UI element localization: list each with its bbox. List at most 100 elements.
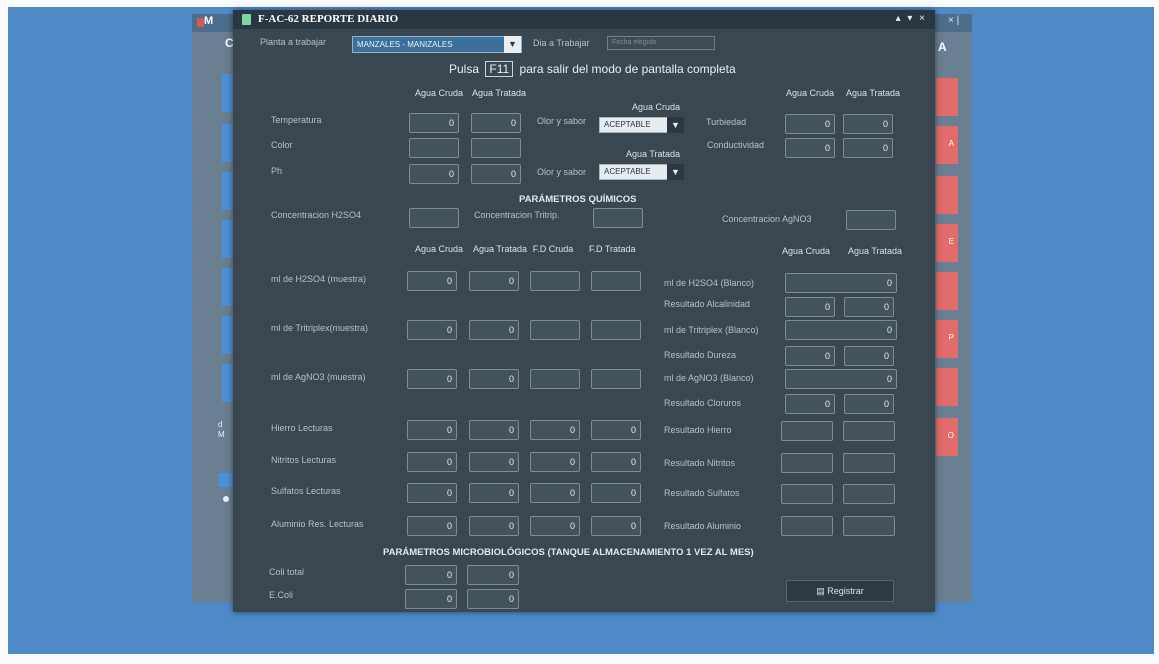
aluminio-cruda-field[interactable]: 0	[407, 516, 457, 536]
background-radio[interactable]	[223, 496, 229, 502]
color-tratada-field[interactable]	[471, 138, 521, 158]
chevron-down-icon[interactable]: ▼	[667, 117, 684, 133]
aluminio-fd-cruda-field[interactable]: 0	[530, 516, 580, 536]
ml-agno3-tratada-field[interactable]: 0	[469, 369, 519, 389]
coli-total-tratada-field[interactable]: 0	[467, 565, 519, 585]
fullscreen-banner: Pulsa F11 para salir del modo de pantall…	[449, 61, 736, 77]
turbiedad-tratada-field[interactable]: 0	[843, 114, 893, 134]
conc-h2so4-field[interactable]	[409, 208, 459, 228]
resultado-aluminio-cruda-field[interactable]	[781, 516, 833, 536]
dia-date-input[interactable]: Fecha elegida	[607, 36, 715, 50]
quimicos-section-title: PARÁMETROS QUÍMICOS	[519, 194, 637, 205]
ml-agno3-fd-cruda-field[interactable]	[530, 369, 580, 389]
hierro-tratada-field[interactable]: 0	[469, 420, 519, 440]
background-right-button[interactable]: P	[936, 320, 958, 358]
ml-agno3-cruda-field[interactable]: 0	[407, 369, 457, 389]
background-app-icon	[197, 18, 204, 27]
planta-select[interactable]: MANZALES - MANIZALES ▼	[352, 36, 522, 53]
f11-key: F11	[485, 61, 514, 77]
chevron-down-icon[interactable]: ▼	[504, 36, 521, 53]
aluminio-tratada-field[interactable]: 0	[469, 516, 519, 536]
conductividad-cruda-field[interactable]: 0	[785, 138, 835, 158]
ml-tritriplex-cruda-field[interactable]: 0	[407, 320, 457, 340]
cloruros-cruda-field[interactable]: 0	[785, 394, 835, 414]
background-right-button[interactable]: A	[936, 126, 958, 164]
ml-agno3-blanco-label: ml de AgNO3 (Blanco)	[664, 373, 754, 383]
background-right-button[interactable]	[936, 78, 958, 116]
color-cruda-field[interactable]	[409, 138, 459, 158]
ml-h2so4-fd-tratada-field[interactable]	[591, 271, 641, 291]
ph-cruda-field[interactable]: 0	[409, 164, 459, 184]
resultado-sulfatos-cruda-field[interactable]	[781, 484, 833, 504]
resultado-aluminio-label: Resultado Aluminio	[664, 521, 742, 531]
hierro-cruda-field[interactable]: 0	[407, 420, 457, 440]
sulfatos-cruda-field[interactable]: 0	[407, 483, 457, 503]
background-side-text: dM	[218, 420, 225, 440]
coli-total-label: Coli total	[269, 567, 305, 577]
sulfatos-fd-cruda-field[interactable]: 0	[530, 483, 580, 503]
agua-cruda-subtitle: Agua Cruda	[631, 102, 681, 112]
conductividad-tratada-field[interactable]: 0	[843, 138, 893, 158]
background-right-button[interactable]: O	[936, 418, 958, 456]
window-controls[interactable]: ▴ ▾ ×	[896, 13, 927, 24]
hierro-lecturas-label: Hierro Lecturas	[271, 423, 333, 433]
olor-tratada-select[interactable]: ACEPTABLE ▼	[599, 164, 684, 180]
nitritos-fd-cruda-field[interactable]: 0	[530, 452, 580, 472]
chevron-down-icon[interactable]: ▼	[667, 164, 684, 180]
temperatura-tratada-field[interactable]: 0	[471, 113, 521, 133]
aluminio-fd-tratada-field[interactable]: 0	[591, 516, 641, 536]
conc-h2so4-label: Concentracion H2SO4	[271, 210, 362, 220]
resultado-sulfatos-tratada-field[interactable]	[843, 484, 895, 504]
resultado-hierro-label: Resultado Hierro	[664, 425, 732, 435]
resultado-nitritos-cruda-field[interactable]	[781, 453, 833, 473]
e-coli-tratada-field[interactable]: 0	[467, 589, 519, 609]
background-right-button[interactable]	[936, 368, 958, 406]
hierro-fd-cruda-field[interactable]: 0	[530, 420, 580, 440]
alcalinidad-tratada-field[interactable]: 0	[844, 297, 894, 317]
e-coli-label: E.Coli	[269, 590, 294, 600]
olor-cruda-select[interactable]: ACEPTABLE ▼	[599, 117, 684, 133]
background-small-button[interactable]	[218, 473, 232, 487]
dia-label: Dia a Trabajar	[533, 38, 590, 48]
background-right-button[interactable]	[936, 272, 958, 310]
conc-agno3-field[interactable]	[846, 210, 896, 230]
resultado-aluminio-tratada-field[interactable]	[843, 516, 895, 536]
ph-label: Ph	[271, 166, 283, 176]
ml-h2so4-tratada-field[interactable]: 0	[469, 271, 519, 291]
ml-h2so4-blanco-field[interactable]: 0	[785, 273, 897, 293]
turbiedad-cruda-field[interactable]: 0	[785, 114, 835, 134]
dureza-cruda-field[interactable]: 0	[785, 346, 835, 366]
sulfatos-fd-tratada-field[interactable]: 0	[591, 483, 641, 503]
ml-agno3-fd-tratada-field[interactable]	[591, 369, 641, 389]
hierro-fd-tratada-field[interactable]: 0	[591, 420, 641, 440]
background-right-button-label: E	[948, 237, 954, 246]
background-right-button[interactable]: E	[936, 224, 958, 262]
resultado-nitritos-tratada-field[interactable]	[843, 453, 895, 473]
resultado-hierro-tratada-field[interactable]	[843, 421, 895, 441]
background-close-button[interactable]: × |	[948, 15, 959, 26]
ml-agno3-blanco-field[interactable]: 0	[785, 369, 897, 389]
alcalinidad-cruda-field[interactable]: 0	[785, 297, 835, 317]
ml-h2so4-cruda-field[interactable]: 0	[407, 271, 457, 291]
ml-tritriplex-tratada-field[interactable]: 0	[469, 320, 519, 340]
nitritos-fd-tratada-field[interactable]: 0	[591, 452, 641, 472]
temperatura-cruda-field[interactable]: 0	[409, 113, 459, 133]
ml-tritriplex-fd-tratada-field[interactable]	[591, 320, 641, 340]
e-coli-cruda-field[interactable]: 0	[405, 589, 457, 609]
ml-tritriplex-blanco-field[interactable]: 0	[785, 320, 897, 340]
nitritos-cruda-field[interactable]: 0	[407, 452, 457, 472]
coli-total-cruda-field[interactable]: 0	[405, 565, 457, 585]
background-right-button[interactable]	[936, 176, 958, 214]
sulfatos-tratada-field[interactable]: 0	[469, 483, 519, 503]
ml-tritriplex-fd-cruda-field[interactable]	[530, 320, 580, 340]
resultado-hierro-cruda-field[interactable]	[781, 421, 833, 441]
ph-tratada-field[interactable]: 0	[471, 164, 521, 184]
ml-h2so4-fd-cruda-field[interactable]	[530, 271, 580, 291]
cloruros-tratada-field[interactable]: 0	[844, 394, 894, 414]
nitritos-tratada-field[interactable]: 0	[469, 452, 519, 472]
dureza-tratada-field[interactable]: 0	[844, 346, 894, 366]
conc-tritrip-field[interactable]	[593, 208, 643, 228]
conductividad-label: Conductividad	[707, 140, 765, 150]
registrar-button[interactable]: ▤ Registrar	[786, 580, 894, 602]
banner-prefix: Pulsa	[449, 62, 480, 76]
